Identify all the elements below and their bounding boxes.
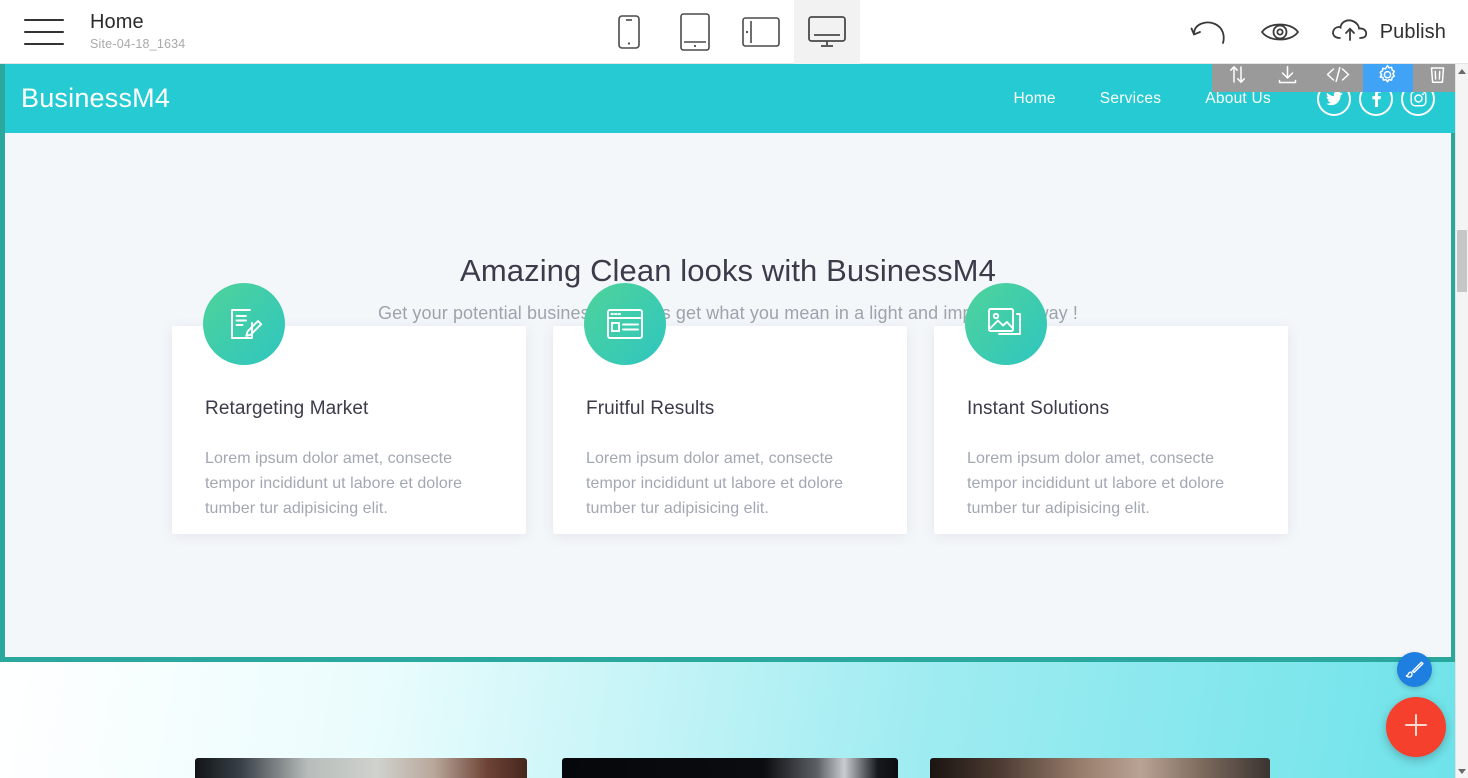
site-canvas: BusinessM4 Home Services About Us Amazin… [0, 64, 1456, 778]
features-section: Amazing Clean looks with BusinessM4 Get … [5, 133, 1451, 657]
gallery-thumbnail[interactable] [930, 758, 1270, 778]
download-block-button[interactable] [1262, 64, 1313, 92]
feature-card-text: Lorem ipsum dolor amet, consecte tempor … [967, 450, 1225, 517]
add-block-button[interactable] [1386, 697, 1446, 757]
device-preview-switcher [596, 0, 860, 64]
feature-card-text: Lorem ipsum dolor amet, consecte tempor … [205, 450, 463, 517]
publish-button[interactable]: Publish [1330, 16, 1446, 49]
eye-preview-icon[interactable] [1260, 19, 1300, 45]
nav-link-about-us[interactable]: About Us [1183, 90, 1293, 108]
paintbrush-icon[interactable] [1397, 652, 1432, 687]
scrollbar-thumb[interactable] [1457, 230, 1467, 292]
feature-card[interactable]: Retargeting Market Lorem ipsum dolor ame… [172, 283, 526, 534]
photo-gallery-icon [965, 283, 1047, 365]
feature-card-text: Lorem ipsum dolor amet, consecte tempor … [586, 450, 844, 517]
selected-block-features[interactable]: BusinessM4 Home Services About Us Amazin… [0, 64, 1456, 662]
page-title: Home [90, 11, 144, 33]
triangle [1458, 68, 1466, 74]
scroll-up-arrow-icon[interactable] [1456, 64, 1468, 78]
app-toolbar: Home Site-04-18_1634 Publish [0, 0, 1468, 64]
feature-card-title: Fruitful Results [586, 398, 715, 419]
app-bar-actions: Publish [1190, 0, 1446, 64]
delete-block-trash-icon[interactable] [1412, 64, 1456, 92]
nav-link-services[interactable]: Services [1078, 90, 1183, 108]
feature-card-title: Instant Solutions [967, 398, 1110, 419]
hamburger-bar [24, 42, 64, 45]
device-tablet-portrait-button[interactable] [662, 0, 728, 64]
vertical-scrollbar[interactable] [1455, 64, 1468, 778]
section-heading[interactable]: Amazing Clean looks with BusinessM4 [5, 253, 1451, 289]
device-tablet-landscape-button[interactable] [728, 0, 794, 64]
device-desktop-button[interactable] [794, 0, 860, 64]
feature-card[interactable]: Fruitful Results Lorem ipsum dolor amet,… [553, 283, 907, 534]
device-mobile-button[interactable] [596, 0, 662, 64]
site-title-group: Home Site-04-18_1634 [90, 11, 185, 52]
browser-window-icon [584, 283, 666, 365]
hamburger-menu-icon[interactable] [24, 18, 64, 45]
gallery-thumbnails [0, 662, 1456, 778]
undo-arrow-icon[interactable] [1190, 18, 1230, 46]
document-pencil-icon [203, 283, 285, 365]
feature-card[interactable]: Instant Solutions Lorem ipsum dolor amet… [934, 283, 1288, 534]
publish-label: Publish [1379, 20, 1446, 43]
triangle [1458, 768, 1466, 774]
gallery-thumbnail[interactable] [562, 758, 898, 778]
block-toolbar [1212, 64, 1456, 92]
feature-card-title: Retargeting Market [205, 398, 369, 419]
hamburger-bar [24, 18, 64, 21]
cloud-upload-icon [1330, 16, 1370, 49]
code-brackets-icon[interactable] [1312, 64, 1363, 92]
nav-link-home[interactable]: Home [991, 90, 1077, 108]
block-settings-gear-icon[interactable] [1362, 64, 1413, 92]
feature-card-list: Retargeting Market Lorem ipsum dolor ame… [172, 283, 1289, 536]
gallery-thumbnail[interactable] [195, 758, 527, 778]
plus-icon [1402, 711, 1430, 744]
hamburger-bar [24, 30, 64, 33]
scroll-down-arrow-icon[interactable] [1456, 764, 1468, 778]
site-id-label: Site-04-18_1634 [90, 37, 186, 51]
site-brand[interactable]: BusinessM4 [21, 83, 170, 114]
move-block-button[interactable] [1212, 64, 1263, 92]
next-block-gallery[interactable] [0, 662, 1456, 778]
